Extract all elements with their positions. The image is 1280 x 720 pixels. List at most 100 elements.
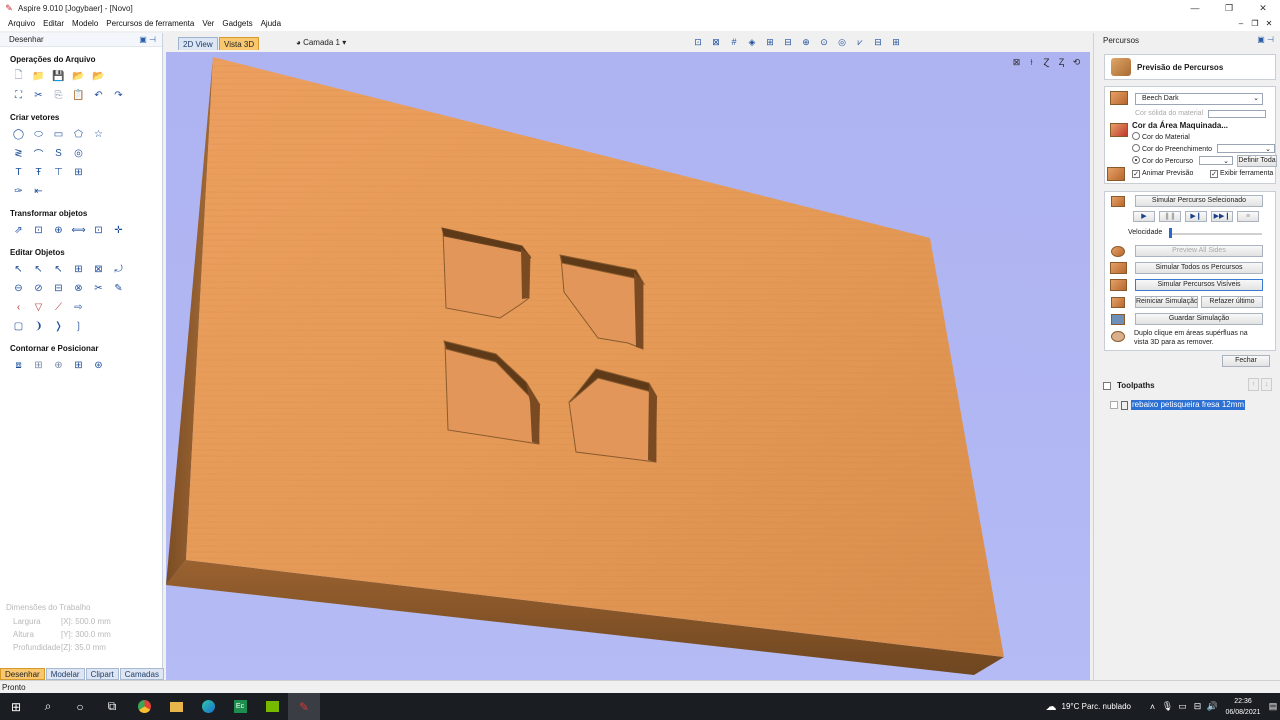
zoom-fit-icon[interactable]: ⊡ — [690, 35, 706, 49]
notifications-icon[interactable]: ▤ — [1266, 701, 1280, 712]
network-icon[interactable]: ⊟ — [1190, 701, 1205, 712]
define-all-button[interactable]: Definir Toda — [1237, 155, 1277, 167]
paste-icon[interactable]: 📋 — [70, 88, 87, 103]
scale-icon[interactable]: ⊡ — [30, 223, 47, 238]
align-icon[interactable]: ⊕ — [50, 223, 67, 238]
rectangle-icon[interactable]: ▭ — [50, 127, 67, 142]
view-top-icon[interactable]: ⊞ — [762, 35, 778, 49]
intersect-icon[interactable]: ⊟ — [50, 281, 67, 296]
mdi-restore-icon[interactable]: ❐ — [1248, 16, 1262, 31]
toolpath-checkbox[interactable] — [1110, 401, 1118, 409]
snap-icon[interactable]: ◈ — [744, 35, 760, 49]
chamfer-icon[interactable]: ❳ — [70, 319, 87, 334]
ungroup-icon[interactable]: ⊠ — [90, 262, 107, 277]
view-axis-x-icon[interactable]: ⟊ — [1024, 56, 1039, 68]
animate-checkbox[interactable]: ✓ Animar Previsão — [1132, 169, 1193, 179]
speed-slider-track[interactable] — [1170, 233, 1262, 235]
copy-icon[interactable]: ⎘ — [50, 88, 67, 103]
minimize-icon[interactable]: — — [1178, 0, 1212, 16]
battery-icon[interactable]: ▭ — [1175, 701, 1190, 712]
circular-copy-icon[interactable]: ⊛ — [90, 358, 107, 373]
smart-clip-icon[interactable]: ✎ — [110, 281, 127, 296]
import-folder-icon[interactable]: 📂 — [70, 69, 87, 84]
offset-icon[interactable]: ⧈ — [10, 358, 27, 373]
show-tool-checkbox[interactable]: ✓ Exibir ferramenta — [1210, 169, 1273, 179]
arc-icon[interactable]: ⌒ — [30, 146, 47, 161]
block-copy-icon[interactable]: ⊞ — [70, 358, 87, 373]
polyline-icon[interactable]: ≷ — [10, 146, 27, 161]
move-down-icon[interactable]: ↓ — [1261, 378, 1272, 391]
layer-dropdown[interactable]: ◕ Camada 1 ▾ — [296, 37, 346, 48]
open-folder-icon[interactable]: 📁 — [30, 69, 47, 84]
spiral-icon[interactable]: ◎ — [70, 146, 87, 161]
circle-icon[interactable]: ◯ — [10, 127, 27, 142]
search-icon[interactable]: ⌕ — [32, 693, 64, 720]
node-edit-icon[interactable]: ↖ — [30, 262, 47, 277]
transform-select-icon[interactable]: ↖ — [50, 262, 67, 277]
windows-start-icon[interactable]: ⊞ — [0, 693, 32, 720]
mdi-minimize-icon[interactable]: – — [1234, 16, 1248, 31]
polygon-icon[interactable]: ⬠ — [70, 127, 87, 142]
menu-gadgets[interactable]: Gadgets — [218, 19, 256, 28]
undo-icon[interactable]: ↶ — [90, 88, 107, 103]
3d-viewport[interactable]: ⊠ ⟊ Ɀ Ⱬ ⟲ — [166, 52, 1090, 680]
simulate-visible-button[interactable]: Simular Percursos Visíveis — [1135, 279, 1263, 291]
curve-icon[interactable]: S — [50, 146, 67, 161]
grid-icon[interactable]: # — [726, 35, 742, 49]
menu-modelo[interactable]: Modelo — [68, 19, 102, 28]
vector-tip-icon[interactable]: ▽ — [30, 300, 47, 315]
play-icon[interactable]: ▶ — [1133, 211, 1155, 222]
radio-button[interactable] — [1132, 144, 1140, 152]
fill-color-dropdown[interactable]: ⌄ — [1217, 144, 1275, 153]
center-icon[interactable]: ✛ — [110, 223, 127, 238]
join-icon[interactable]: ⊗ — [70, 281, 87, 296]
set-size-icon[interactable]: ⊡ — [90, 223, 107, 238]
select-icon[interactable]: ↖ — [10, 262, 27, 277]
job-setup-icon[interactable]: ⛶ — [10, 88, 27, 103]
view-rotate-icon[interactable]: ⟲ — [1069, 56, 1084, 68]
radio-material-color[interactable]: Cor do Material — [1132, 132, 1190, 143]
step-icon[interactable]: ▶❙ — [1185, 211, 1207, 222]
tab-modelar[interactable]: Modelar — [45, 668, 85, 680]
microphone-icon[interactable]: 🎙 — [1160, 701, 1175, 712]
subtract-icon[interactable]: ⊘ — [30, 281, 47, 296]
radio-fill-color[interactable]: Cor do Preenchimento — [1132, 144, 1212, 155]
weld-icon[interactable]: ⊖ — [10, 281, 27, 296]
menu-editar[interactable]: Editar — [39, 19, 68, 28]
weather-widget[interactable]: ☁ 19°C Parc. nublado — [1046, 700, 1131, 713]
tab-2d-view[interactable]: 2D View — [178, 37, 218, 50]
menu-ajuda[interactable]: Ajuda — [257, 19, 285, 28]
excel-icon[interactable]: Ec — [224, 693, 256, 720]
cortana-icon[interactable]: ○ — [64, 693, 96, 720]
clock[interactable]: 22:36 06/08/2021 — [1220, 696, 1266, 718]
simulate-selected-button[interactable]: Simular Percurso Selecionado — [1135, 195, 1263, 207]
file-explorer-icon[interactable] — [160, 693, 192, 720]
move-icon[interactable]: ⇗ — [10, 223, 27, 238]
star-icon[interactable]: ☆ — [90, 127, 107, 142]
radio-toolpath-color[interactable]: Cor do Percurso — [1132, 156, 1193, 167]
close-button[interactable]: Fechar — [1222, 355, 1270, 367]
render-icon[interactable]: ◎ — [834, 35, 850, 49]
dimension-icon[interactable]: ⊤ — [50, 165, 67, 180]
toolpath-name[interactable]: rebaixo petisqueira fresa 12mm — [1131, 400, 1246, 410]
view-iso-icon[interactable]: ⊠ — [1009, 56, 1024, 68]
move-up-icon[interactable]: ↑ — [1248, 378, 1259, 391]
tab-clipart[interactable]: Clipart — [85, 668, 119, 680]
pin-icon[interactable]: ▣ ⊣ — [139, 35, 156, 44]
checkbox-checked-icon[interactable]: ✓ — [1132, 170, 1140, 178]
menu-ver[interactable]: Ver — [198, 19, 218, 28]
fast-forward-icon[interactable]: ▶▶❙ — [1211, 211, 1233, 222]
measure-icon[interactable]: ⇤ — [30, 184, 47, 199]
simulate-all-button[interactable]: Simular Todos os Percursos — [1135, 262, 1263, 274]
array-copy-icon[interactable]: ⊕ — [50, 358, 67, 373]
reset-simulation-button[interactable]: Reiniciar Simulação — [1135, 296, 1198, 308]
fillet-corner-icon[interactable]: ❭ — [50, 319, 67, 334]
tab-3d-view[interactable]: Vista 3D — [219, 37, 260, 50]
pin-icon[interactable]: ▣ ⊣ — [1257, 35, 1274, 44]
dogbone-icon[interactable]: ❩ — [30, 319, 47, 334]
checkbox-checked-icon[interactable]: ✓ — [1210, 170, 1218, 178]
close-icon[interactable]: ✕ — [1246, 0, 1280, 16]
draw-tool-icon[interactable]: ✑ — [10, 184, 27, 199]
close-vectors-icon[interactable]: ▢ — [10, 319, 27, 334]
vector-start-icon[interactable]: ‹ — [10, 300, 27, 315]
